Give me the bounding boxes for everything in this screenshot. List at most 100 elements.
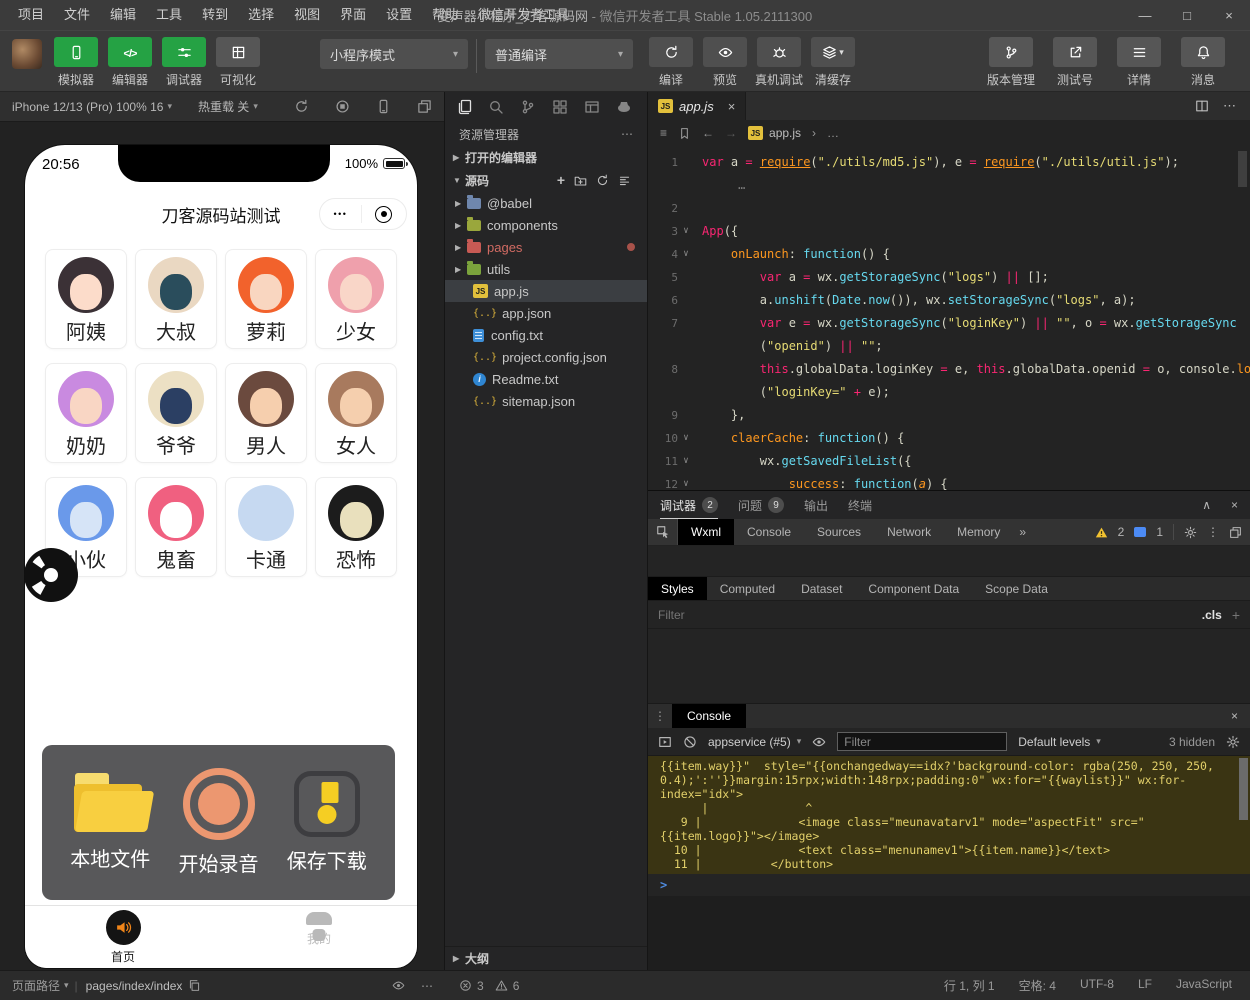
bookmark-icon[interactable]	[678, 127, 691, 140]
devtools-tab[interactable]: Sources	[804, 519, 874, 545]
compile-action-button[interactable]	[757, 37, 801, 67]
fold-icon[interactable]	[678, 197, 694, 220]
voice-option-card[interactable]: 萝莉	[225, 249, 307, 349]
status-item[interactable]: 空格: 4	[1019, 977, 1056, 994]
menu-item[interactable]: 转到	[192, 0, 238, 30]
right-action-button[interactable]	[1181, 37, 1225, 67]
maximize-button[interactable]: □	[1166, 0, 1208, 30]
file-tree-item[interactable]: ▶ pages	[445, 236, 647, 258]
new-file-icon[interactable]: +	[557, 173, 565, 187]
tabbar-item[interactable]: 首页	[25, 906, 221, 968]
file-tree-item[interactable]: JS app.js	[445, 280, 647, 302]
menu-item[interactable]: 编辑	[100, 0, 146, 30]
voice-option-card[interactable]: 男人	[225, 363, 307, 463]
minimize-button[interactable]: —	[1124, 0, 1166, 30]
styles-tab[interactable]: Styles	[648, 577, 707, 600]
toolbar-button[interactable]	[54, 37, 98, 67]
fold-icon[interactable]	[678, 381, 694, 404]
more-icon[interactable]: ⋯	[1223, 98, 1236, 114]
page-path-label[interactable]: 页面路径	[12, 977, 60, 994]
fold-icon[interactable]	[678, 266, 694, 289]
refresh-icon[interactable]	[294, 99, 309, 114]
toolbar-button[interactable]	[216, 37, 260, 67]
compile-select[interactable]: 普通编译 ▾	[485, 39, 633, 69]
close-panel-icon[interactable]: ×	[1231, 498, 1238, 512]
styles-tab[interactable]: Computed	[707, 577, 788, 600]
debugger-tab[interactable]: 输出	[804, 491, 828, 519]
styles-filter-input[interactable]	[658, 607, 1194, 622]
exit-target-icon[interactable]	[375, 205, 393, 223]
split-editor-icon[interactable]	[1195, 99, 1209, 113]
voice-option-card[interactable]: 鬼畜	[135, 477, 217, 577]
compile-action-button[interactable]	[649, 37, 693, 67]
collapse-panel-icon[interactable]: ∧	[1202, 498, 1211, 512]
menu-item[interactable]: 界面	[330, 0, 376, 30]
file-tree-item[interactable]: i Readme.txt	[445, 368, 647, 390]
fold-icon[interactable]	[678, 404, 694, 427]
extensions-icon[interactable]	[544, 99, 576, 115]
compile-action-button[interactable]: ▾	[811, 37, 856, 67]
issues-icon[interactable]	[1134, 527, 1147, 537]
teapot-icon[interactable]	[608, 99, 640, 115]
file-tree-item[interactable]: ▶ components	[445, 214, 647, 236]
vinyl-disc-widget[interactable]	[22, 546, 80, 604]
more-icon[interactable]: ⋯	[421, 979, 433, 993]
hot-reload-toggle[interactable]: 热重载 关 ▾	[198, 98, 258, 115]
fold-icon[interactable]	[678, 289, 694, 312]
source-root-section[interactable]: ▼ 源码 +	[445, 169, 647, 192]
file-tree-item[interactable]: {..} project.config.json	[445, 346, 647, 368]
console-drawer-tab[interactable]: Console	[672, 704, 747, 728]
fold-icon[interactable]	[678, 312, 694, 335]
debugger-tab[interactable]: 调试器 2	[660, 491, 719, 519]
mult-window-icon[interactable]	[417, 99, 432, 114]
user-avatar[interactable]	[12, 39, 42, 69]
open-editors-section[interactable]: ▶ 打开的编辑器	[445, 146, 647, 169]
drawer-options-icon[interactable]: ⋮	[648, 704, 672, 728]
styles-tab[interactable]: Dataset	[788, 577, 855, 600]
voice-option-card[interactable]: 爷爷	[135, 363, 217, 463]
problems-status[interactable]: 3 6	[445, 979, 648, 993]
styles-tab[interactable]: Component Data	[855, 577, 972, 600]
refresh-icon[interactable]	[596, 174, 609, 187]
console-settings-gear-icon[interactable]	[1226, 735, 1240, 749]
toolbar-button[interactable]	[162, 37, 206, 67]
voice-option-card[interactable]: 卡通	[225, 477, 307, 577]
close-drawer-icon[interactable]: ×	[1219, 704, 1250, 728]
more-icon[interactable]: ⋯	[621, 127, 633, 141]
fold-icon[interactable]: ∨	[678, 427, 694, 450]
collapse-all-icon[interactable]	[618, 174, 631, 187]
menu-item[interactable]: 文件	[54, 0, 100, 30]
fold-icon[interactable]: ∨	[678, 243, 694, 266]
voice-option-card[interactable]: 女人	[315, 363, 397, 463]
file-tree-item[interactable]: config.txt	[445, 324, 647, 346]
editor-tab[interactable]: JS app.js ×	[648, 92, 747, 120]
close-button[interactable]: ×	[1208, 0, 1250, 30]
breadcrumb-more[interactable]: …	[827, 126, 839, 140]
voice-option-card[interactable]: 恐怖	[315, 477, 397, 577]
capsule-menu[interactable]: •••	[319, 198, 407, 230]
voice-option-card[interactable]: 大叔	[135, 249, 217, 349]
device-frame-icon[interactable]	[376, 99, 391, 114]
fold-icon[interactable]: ∨	[678, 473, 694, 490]
devtools-tab[interactable]: Wxml	[678, 519, 734, 545]
fold-icon[interactable]	[678, 335, 694, 358]
file-tree-item[interactable]: ▶ utils	[445, 258, 647, 280]
mode-select[interactable]: 小程序模式 ▾	[320, 39, 468, 69]
menu-item[interactable]: 设置	[376, 0, 422, 30]
menu-item[interactable]: 项目	[8, 0, 54, 30]
eye-icon[interactable]	[392, 979, 405, 992]
editor-scrollbar[interactable]	[1238, 151, 1247, 187]
more-icon[interactable]: •••	[334, 209, 348, 219]
files-icon[interactable]	[448, 99, 480, 115]
settings-gear-icon[interactable]	[1184, 526, 1197, 539]
compile-action-button[interactable]	[703, 37, 747, 67]
outline-section[interactable]: ▶ 大纲	[445, 946, 647, 970]
menu-item[interactable]: 视图	[284, 0, 330, 30]
clear-console-icon[interactable]	[683, 735, 697, 749]
outline-list-icon[interactable]: ≡	[660, 126, 667, 140]
breadcrumb-file[interactable]: JS app.js	[748, 126, 801, 140]
menu-item[interactable]: 工具	[146, 0, 192, 30]
back-icon[interactable]: ←	[702, 126, 714, 140]
file-tree-item[interactable]: {..} sitemap.json	[445, 390, 647, 412]
right-action-button[interactable]	[1053, 37, 1097, 67]
